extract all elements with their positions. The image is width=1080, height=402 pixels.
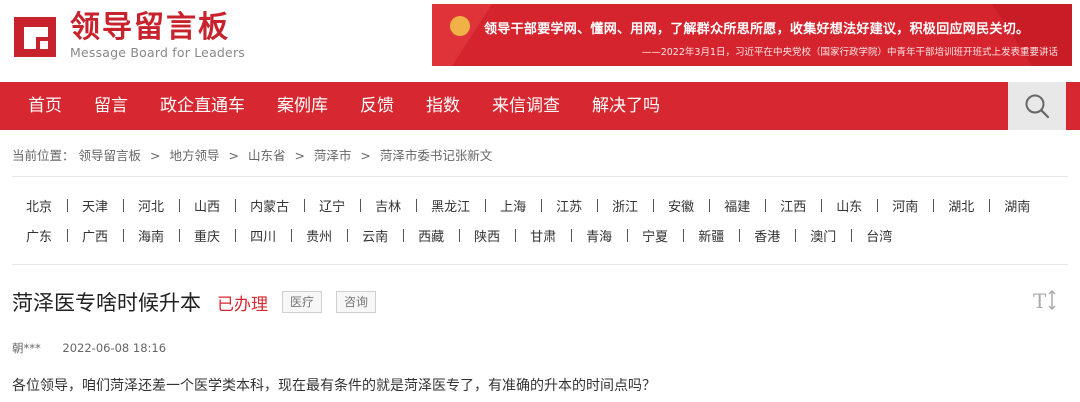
nav-item-feedback[interactable]: 反馈 bbox=[344, 82, 410, 130]
main-nav: 首页 留言 政企直通车 案例库 反馈 指数 来信调查 解决了吗 bbox=[0, 82, 1080, 130]
logo-mark-icon bbox=[12, 11, 62, 61]
logo-title: 领导留言板 bbox=[70, 10, 230, 45]
region-link[interactable]: 青海 bbox=[571, 226, 627, 245]
region-link[interactable]: 山东 bbox=[821, 196, 877, 215]
region-link[interactable]: 香港 bbox=[739, 226, 795, 245]
region-link[interactable]: 重庆 bbox=[179, 226, 235, 245]
nav-item-resolved[interactable]: 解决了吗 bbox=[576, 82, 676, 130]
region-link[interactable]: 新疆 bbox=[683, 226, 739, 245]
region-link[interactable]: 湖南 bbox=[989, 196, 1045, 215]
nav-item-cases[interactable]: 案例库 bbox=[261, 82, 344, 130]
nav-item-business[interactable]: 政企直通车 bbox=[144, 82, 261, 130]
divider bbox=[12, 176, 1068, 177]
region-link[interactable]: 澳门 bbox=[795, 226, 851, 245]
region-row: 广东 广西 海南 重庆 四川 贵州 云南 西藏 陕西 甘肃 青海 宁夏 新疆 香… bbox=[12, 220, 1072, 250]
region-link[interactable]: 甘肃 bbox=[515, 226, 571, 245]
region-link[interactable]: 辽宁 bbox=[304, 196, 360, 215]
region-link[interactable]: 山西 bbox=[179, 196, 235, 215]
breadcrumb-item[interactable]: 菏泽市委书记张新文 bbox=[380, 148, 493, 163]
logo-subtitle: Message Board for Leaders bbox=[70, 45, 246, 60]
region-link[interactable]: 广东 bbox=[12, 226, 67, 245]
region-link[interactable]: 江西 bbox=[765, 196, 821, 215]
breadcrumb-item[interactable]: 地方领导 bbox=[169, 148, 219, 163]
region-link[interactable]: 福建 bbox=[709, 196, 765, 215]
region-link[interactable]: 天津 bbox=[67, 196, 123, 215]
region-link[interactable]: 内蒙古 bbox=[235, 196, 304, 215]
divider bbox=[12, 264, 1068, 265]
site-logo[interactable]: 领导留言板 Message Board for Leaders bbox=[12, 8, 252, 64]
region-link[interactable]: 贵州 bbox=[291, 226, 347, 245]
font-size-toggle-icon: T bbox=[1033, 289, 1056, 313]
region-link[interactable]: 四川 bbox=[235, 226, 291, 245]
breadcrumb-separator: > bbox=[360, 148, 371, 163]
font-size-button[interactable]: T bbox=[1032, 288, 1060, 313]
region-row: 北京 天津 河北 山西 内蒙古 辽宁 吉林 黑龙江 上海 江苏 浙江 安徽 福建… bbox=[12, 190, 1072, 220]
breadcrumb-separator: > bbox=[228, 148, 239, 163]
region-link[interactable]: 安徽 bbox=[653, 196, 709, 215]
region-link[interactable]: 河北 bbox=[123, 196, 179, 215]
region-link[interactable]: 西藏 bbox=[403, 226, 459, 245]
search-button[interactable] bbox=[1008, 82, 1066, 130]
nav-item-home[interactable]: 首页 bbox=[12, 82, 78, 130]
region-link[interactable]: 广西 bbox=[67, 226, 123, 245]
region-link[interactable]: 北京 bbox=[12, 196, 67, 215]
region-link[interactable]: 浙江 bbox=[597, 196, 653, 215]
region-link[interactable]: 台湾 bbox=[851, 226, 907, 245]
region-link[interactable]: 河南 bbox=[877, 196, 933, 215]
nav-item-survey[interactable]: 来信调查 bbox=[476, 82, 576, 130]
breadcrumb-prefix: 当前位置： bbox=[12, 148, 75, 163]
search-icon bbox=[1025, 94, 1050, 119]
breadcrumb-separator: > bbox=[150, 148, 161, 163]
region-link[interactable]: 江苏 bbox=[541, 196, 597, 215]
nav-item-index[interactable]: 指数 bbox=[410, 82, 476, 130]
header-banner[interactable]: 领导干部要学网、懂网、用网，了解群众所思所愿，收集好想法好建议，积极回应网民关切… bbox=[432, 4, 1072, 66]
breadcrumb-item[interactable]: 领导留言板 bbox=[79, 148, 142, 163]
post-header: 菏泽医专啥时候升本 已办理 医疗 咨询 bbox=[12, 287, 377, 317]
region-link[interactable]: 吉林 bbox=[360, 196, 416, 215]
banner-source: ——2022年3月1日，习近平在中央党校（国家行政学院）中青年干部培训班开班式上… bbox=[641, 47, 1058, 58]
region-link[interactable]: 海南 bbox=[123, 226, 179, 245]
post-author: 朝*** bbox=[12, 341, 41, 355]
post-title: 菏泽医专啥时候升本 bbox=[12, 291, 201, 315]
nav-item-message[interactable]: 留言 bbox=[78, 82, 144, 130]
breadcrumb: 当前位置： 领导留言板 > 地方领导 > 山东省 > 菏泽市 > 菏泽市委书记张… bbox=[12, 145, 492, 164]
post-content: 各位领导，咱们菏泽还差一个医学类本科，现在最有条件的就是菏泽医专了，有准确的升本… bbox=[12, 378, 656, 394]
tag-medical[interactable]: 医疗 bbox=[282, 291, 323, 313]
post-meta: 朝*** 2022-06-08 18:16 bbox=[12, 340, 166, 356]
region-list: 北京 天津 河北 山西 内蒙古 辽宁 吉林 黑龙江 上海 江苏 浙江 安徽 福建… bbox=[12, 190, 1072, 250]
site-header: 领导留言板 Message Board for Leaders 领导干部要学网、… bbox=[0, 0, 1080, 80]
breadcrumb-item[interactable]: 菏泽市 bbox=[314, 148, 352, 163]
svg-text:T: T bbox=[1033, 289, 1047, 312]
region-link[interactable]: 黑龙江 bbox=[416, 196, 485, 215]
breadcrumb-separator: > bbox=[294, 148, 305, 163]
region-link[interactable]: 宁夏 bbox=[627, 226, 683, 245]
tag-consult[interactable]: 咨询 bbox=[336, 291, 377, 313]
region-link[interactable]: 陕西 bbox=[459, 226, 515, 245]
post-time: 2022-06-08 18:16 bbox=[62, 341, 167, 355]
region-link[interactable]: 湖北 bbox=[933, 196, 989, 215]
banner-quote: 领导干部要学网、懂网、用网，了解群众所思所愿，收集好想法好建议，积极回应网民关切… bbox=[484, 22, 1030, 37]
status-badge: 已办理 bbox=[217, 294, 268, 315]
nav-items: 首页 留言 政企直通车 案例库 反馈 指数 来信调查 解决了吗 bbox=[12, 82, 676, 130]
breadcrumb-item[interactable]: 山东省 bbox=[248, 148, 286, 163]
region-link[interactable]: 云南 bbox=[347, 226, 403, 245]
region-link[interactable]: 上海 bbox=[485, 196, 541, 215]
